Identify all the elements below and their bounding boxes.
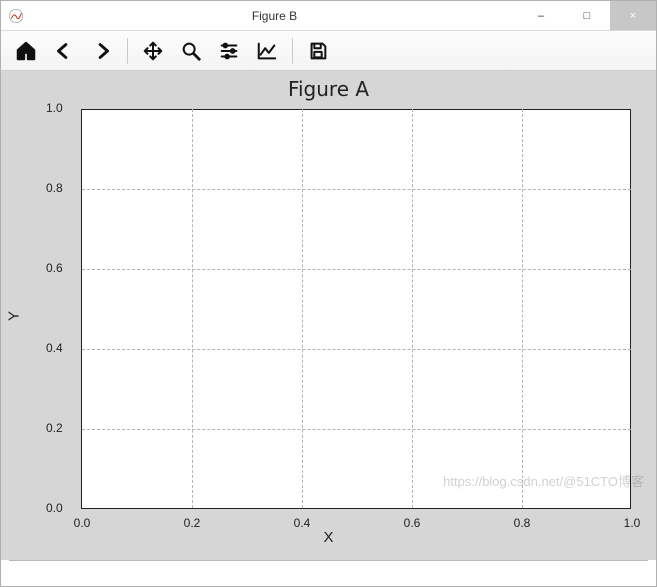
zoom-icon — [180, 40, 202, 62]
y-tick-label: 0.2 — [46, 421, 63, 435]
x-tick-label: 1.0 — [624, 516, 641, 530]
grid-line — [192, 109, 193, 508]
pan-button[interactable] — [134, 34, 172, 68]
edit-axes-button[interactable] — [248, 34, 286, 68]
x-tick-label: 0.0 — [74, 516, 91, 530]
close-button[interactable]: × — [610, 1, 656, 30]
grid-line — [82, 269, 631, 270]
plot-axes: 0.00.20.40.60.81.00.00.20.40.60.81.0 — [81, 109, 631, 509]
grid-line — [522, 109, 523, 508]
y-tick-label: 0.4 — [46, 341, 63, 355]
window-title: Figure B — [31, 9, 518, 23]
grid-line — [82, 189, 631, 190]
window-controls: – □ × — [518, 1, 656, 30]
save-icon — [307, 40, 329, 62]
back-icon — [53, 40, 75, 62]
maximize-button[interactable]: □ — [564, 1, 610, 30]
x-tick-label: 0.2 — [184, 516, 201, 530]
back-button[interactable] — [45, 34, 83, 68]
grid-line — [302, 109, 303, 508]
figure-canvas[interactable]: Figure A Y 0.00.20.40.60.81.00.00.20.40.… — [1, 71, 656, 560]
zoom-button[interactable] — [172, 34, 210, 68]
configure-button[interactable] — [210, 34, 248, 68]
toolbar-separator — [292, 38, 293, 64]
y-tick-label: 0.8 — [46, 181, 63, 195]
status-bar — [9, 560, 648, 578]
y-tick-label: 0.6 — [46, 261, 63, 275]
edit-axes-icon — [256, 40, 278, 62]
window-titlebar: Figure B – □ × — [1, 1, 656, 31]
save-button[interactable] — [299, 34, 337, 68]
home-button[interactable] — [7, 34, 45, 68]
x-axis-label: X — [1, 529, 656, 546]
x-tick-label: 0.6 — [404, 516, 421, 530]
minimize-button[interactable]: – — [518, 1, 564, 30]
y-tick-label: 1.0 — [46, 101, 63, 115]
configure-icon — [218, 40, 240, 62]
y-axis-label: Y — [6, 310, 23, 320]
toolbar-separator — [127, 38, 128, 64]
plot-title: Figure A — [1, 77, 656, 101]
grid-line — [412, 109, 413, 508]
toolbar — [1, 31, 656, 71]
grid-line — [82, 349, 631, 350]
y-tick-label: 0.0 — [46, 501, 63, 515]
home-icon — [15, 40, 37, 62]
forward-icon — [91, 40, 113, 62]
x-tick-label: 0.8 — [514, 516, 531, 530]
app-icon — [7, 7, 25, 25]
pan-icon — [142, 40, 164, 62]
x-tick-label: 0.4 — [294, 516, 311, 530]
grid-line — [82, 429, 631, 430]
forward-button[interactable] — [83, 34, 121, 68]
